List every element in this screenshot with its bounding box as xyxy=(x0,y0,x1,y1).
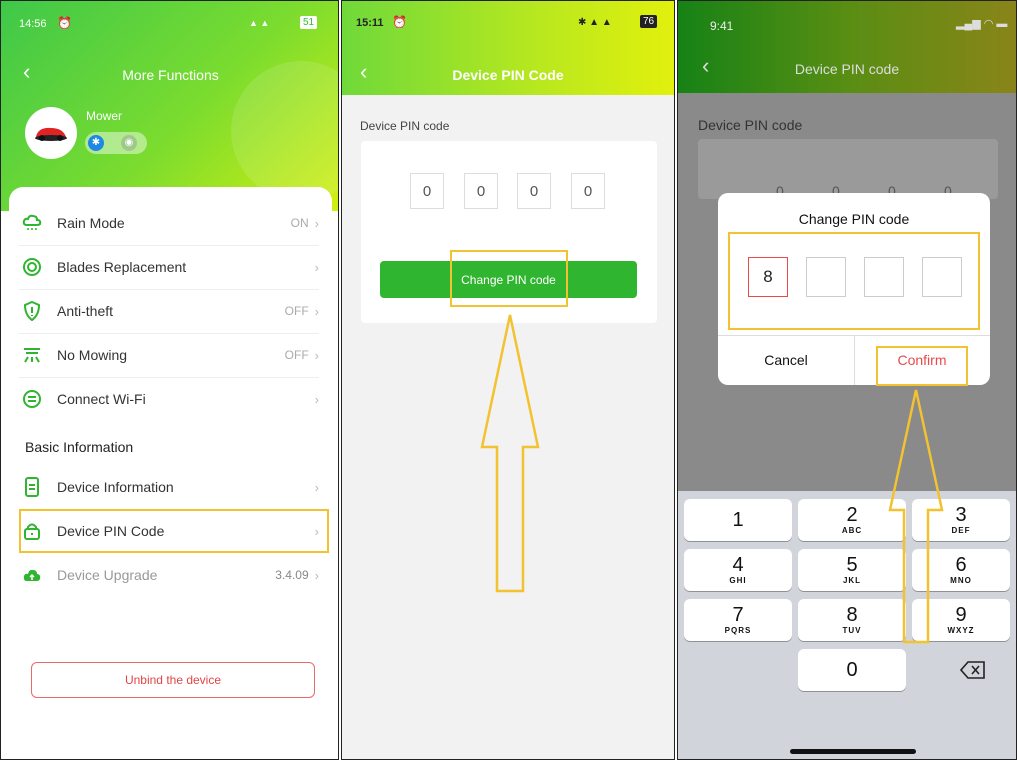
signal-icon: ▲ ▲ xyxy=(249,18,270,28)
bluetooth-icon: ✱ xyxy=(88,135,104,151)
lock-icon xyxy=(19,518,45,544)
cloud-rain-icon xyxy=(19,210,45,236)
device-pin-code-row[interactable]: Device PIN Code › xyxy=(19,509,319,553)
no-mowing-label: No Mowing xyxy=(57,347,128,363)
pin-digit-1: 0 xyxy=(410,173,444,209)
key-1[interactable]: 1 xyxy=(684,499,792,541)
alarm-icon: ⏰ xyxy=(57,16,72,30)
chevron-right-icon: › xyxy=(314,567,319,583)
button-highlight xyxy=(450,250,568,307)
shield-icon xyxy=(19,298,45,324)
chevron-right-icon: › xyxy=(314,303,319,319)
confirm-highlight xyxy=(876,346,968,386)
document-icon xyxy=(19,474,45,500)
device-information-label: Device Information xyxy=(57,479,174,495)
key-7[interactable]: 7 PQRS xyxy=(684,599,792,641)
signal-icon: ▂▄▆ ◠ ▬ xyxy=(956,18,1008,30)
nav-title: Device PIN code xyxy=(794,61,900,77)
status-time: 15:11 xyxy=(356,17,384,29)
pin-digit-2: 0 xyxy=(464,173,498,209)
mower-icon xyxy=(35,127,67,141)
section-title: Basic Information xyxy=(25,439,134,455)
change-pin-dialog-screen: 9:41 ▂▄▆ ◠ ▬ ‹ Device PIN code Device PI… xyxy=(677,0,1017,760)
rain-mode-row[interactable]: Rain Mode ON › xyxy=(19,201,319,246)
dialog-title: Change PIN code xyxy=(798,211,910,227)
device-pin-code-screen: 15:11 ⏰ ✱ ▲ ▲ 76 ‹ Device PIN Code Devic… xyxy=(341,0,675,760)
annotation-up-arrow xyxy=(480,314,540,593)
nav-title: Device PIN Code xyxy=(452,67,564,83)
field-label: Device PIN code xyxy=(698,117,803,133)
no-mowing-icon xyxy=(19,342,45,368)
blade-icon xyxy=(19,254,45,280)
no-mowing-value: OFF xyxy=(284,348,309,362)
cloud-upload-icon xyxy=(19,562,45,588)
anti-theft-value: OFF xyxy=(284,304,309,318)
wifi-connect-icon xyxy=(19,386,45,412)
blades-replacement-label: Blades Replacement xyxy=(57,259,187,275)
header-dim-overlay xyxy=(678,1,1016,93)
chevron-right-icon: › xyxy=(314,215,319,231)
connect-wifi-row[interactable]: Connect Wi-Fi › xyxy=(19,377,319,421)
device-upgrade-version: 3.4.09 xyxy=(275,568,309,582)
device-information-row[interactable]: Device Information › xyxy=(19,465,319,510)
chevron-right-icon: › xyxy=(314,479,319,495)
device-pin-code-label: Device PIN Code xyxy=(57,523,165,539)
chevron-right-icon: › xyxy=(314,391,319,407)
key-0[interactable]: 0 xyxy=(798,649,906,691)
battery-icon: 76 xyxy=(640,15,658,28)
device-name: Mower xyxy=(86,109,123,123)
unbind-device-button[interactable]: Unbind the device xyxy=(31,662,315,698)
status-time: 14:56 xyxy=(19,18,47,30)
rain-mode-value: ON xyxy=(290,216,309,230)
nav-title: More Functions xyxy=(122,67,219,83)
chevron-right-icon: › xyxy=(314,259,319,275)
pin-entry-highlight xyxy=(728,232,980,330)
rain-mode-label: Rain Mode xyxy=(57,215,125,231)
anti-theft-row[interactable]: Anti-theft OFF › xyxy=(19,289,319,334)
backspace-key[interactable] xyxy=(959,661,986,679)
blades-replacement-row[interactable]: Blades Replacement › xyxy=(19,245,319,290)
chevron-right-icon: › xyxy=(314,523,319,539)
pin-digit-3: 0 xyxy=(517,173,551,209)
device-upgrade-label: Device Upgrade xyxy=(57,567,158,583)
more-functions-screen: 14:56 ⏰ ▲ ▲ 51 ‹ More Functions Mower ✱ … xyxy=(0,0,339,760)
pin-digit-4: 0 xyxy=(571,173,605,209)
alarm-icon: ⏰ xyxy=(392,15,407,29)
no-mowing-row[interactable]: No Mowing OFF › xyxy=(19,333,319,378)
device-upgrade-row[interactable]: Device Upgrade 3.4.09 › xyxy=(19,553,319,597)
anti-theft-label: Anti-theft xyxy=(57,303,114,319)
signal-icon: ✱ ▲ ▲ xyxy=(578,17,612,28)
annotation-up-arrow xyxy=(888,389,944,644)
pin-card-dimmed: 0 0 0 0 xyxy=(698,139,998,199)
backspace-icon xyxy=(959,661,985,679)
battery-icon: 51 xyxy=(300,16,318,29)
mower-avatar xyxy=(25,107,77,159)
connection-badges: ✱ ◉ xyxy=(85,132,147,154)
connect-wifi-label: Connect Wi-Fi xyxy=(57,391,146,407)
home-indicator xyxy=(790,749,916,754)
key-4[interactable]: 4 GHI xyxy=(684,549,792,591)
field-label: Device PIN code xyxy=(360,119,450,133)
chevron-right-icon: › xyxy=(314,347,319,363)
cancel-button[interactable]: Cancel xyxy=(718,335,854,385)
wifi-icon: ◉ xyxy=(121,135,137,151)
status-time: 9:41 xyxy=(710,19,734,33)
